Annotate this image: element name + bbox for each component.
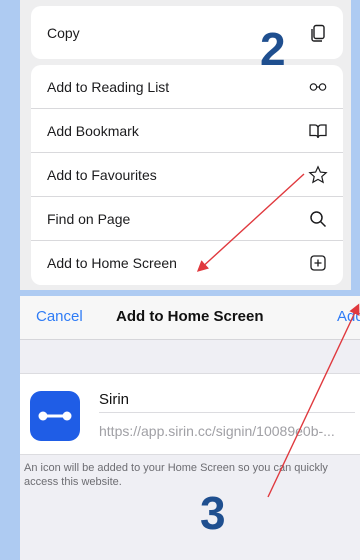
magnifier-icon — [307, 208, 329, 230]
menu-item-label: Add to Home Screen — [47, 255, 177, 271]
menu-item-find-on-page[interactable]: Find on Page — [31, 197, 343, 241]
dialog-title: Add to Home Screen — [116, 308, 264, 325]
share-group-actions: Add to Reading List Add Bookmark Add to … — [31, 65, 343, 285]
share-sheet: Copy Add to Reading List Add Bookmark Ad… — [20, 0, 351, 290]
menu-item-label: Copy — [47, 24, 80, 41]
glasses-icon — [307, 76, 329, 98]
menu-item-add-to-home-screen[interactable]: Add to Home Screen — [31, 241, 343, 285]
cancel-button[interactable]: Cancel — [36, 308, 83, 325]
book-icon — [307, 120, 329, 142]
link-icon — [38, 411, 72, 421]
help-text: An icon will be added to your Home Scree… — [24, 462, 328, 488]
step-number-2: 2 — [260, 23, 286, 75]
add-button[interactable]: Add — [337, 308, 360, 325]
menu-item-label: Add to Reading List — [47, 78, 170, 95]
menu-item-reading-list[interactable]: Add to Reading List — [31, 65, 343, 109]
copy-icon — [307, 22, 329, 44]
plus-square-icon — [307, 252, 329, 274]
dialog-header: Cancel Add to Home Screen Add — [20, 296, 360, 340]
menu-item-add-favourites[interactable]: Add to Favourites — [31, 153, 343, 197]
share-group-copy: Copy — [31, 6, 343, 59]
step-number-3: 3 — [200, 487, 226, 539]
site-card: https://app.sirin.cc/signin/10089e0b-... — [20, 373, 360, 455]
menu-item-label: Add Bookmark — [47, 122, 139, 139]
menu-item-label: Add to Favourites — [47, 166, 157, 183]
star-icon — [307, 164, 329, 186]
menu-item-copy[interactable]: Copy — [31, 6, 343, 59]
app-icon — [30, 391, 80, 441]
menu-item-label: Find on Page — [47, 210, 131, 227]
add-to-home-screen-dialog: Cancel Add to Home Screen Add https://ap… — [20, 296, 360, 560]
app-url: https://app.sirin.cc/signin/10089e0b-... — [99, 423, 335, 439]
menu-item-add-bookmark[interactable]: Add Bookmark — [31, 109, 343, 153]
app-name-input[interactable] — [99, 387, 355, 413]
